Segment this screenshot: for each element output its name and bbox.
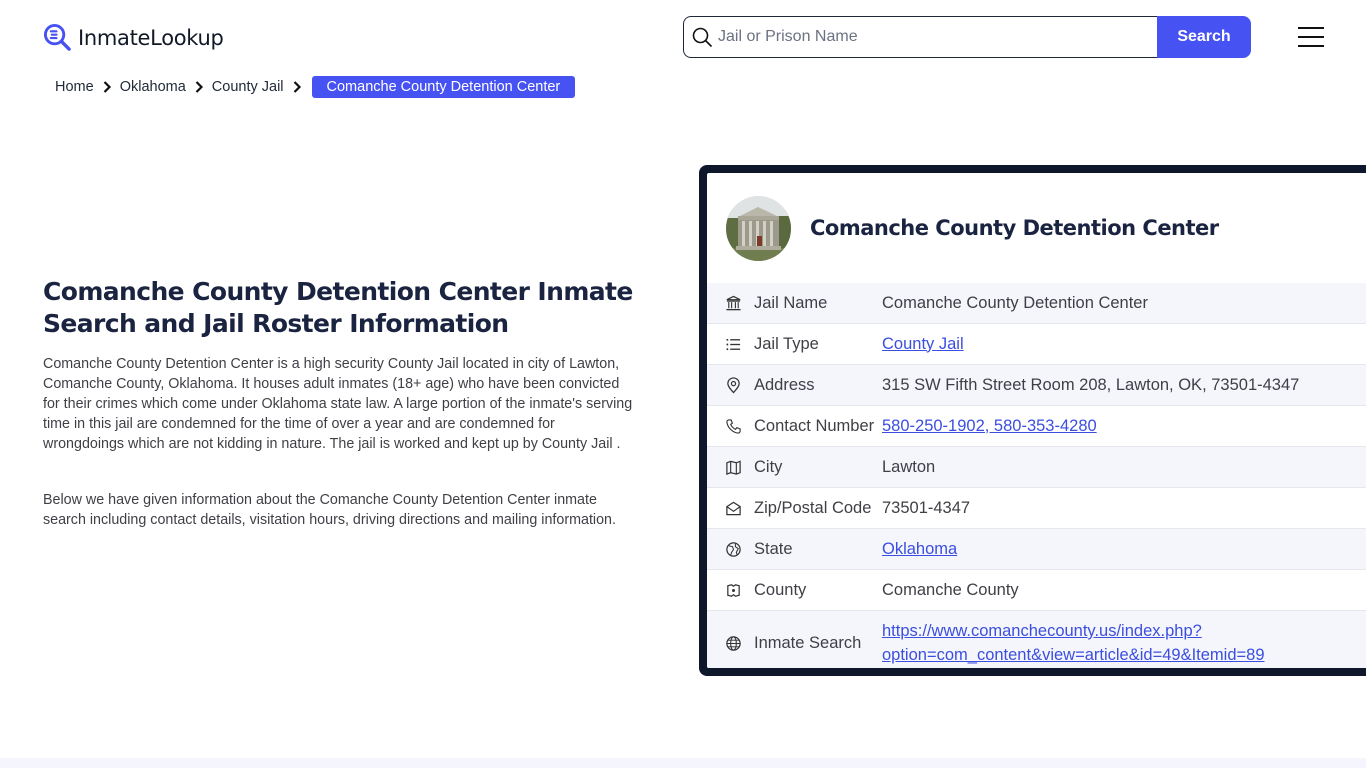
detail-row-jail-name: Jail Name Comanche County Detention Cent… xyxy=(707,283,1366,324)
detail-row-contact: Contact Number 580-250-1902, 580-353-428… xyxy=(707,406,1366,447)
detail-label: Jail Name xyxy=(754,293,828,312)
facility-name: Comanche County Detention Center xyxy=(810,216,1219,240)
logo-magnifier-icon xyxy=(43,23,71,51)
detail-row-zip: Zip/Postal Code 73501-4347 xyxy=(707,488,1366,529)
detail-label: County xyxy=(754,580,807,599)
county-icon xyxy=(723,580,743,600)
logo-text: InmateLookup xyxy=(78,25,224,50)
search-input[interactable] xyxy=(718,28,1157,46)
jail-type-link[interactable]: County Jail xyxy=(882,335,964,354)
detail-value: 315 SW Fifth Street Room 208, Lawton, OK… xyxy=(882,375,1300,394)
detail-value: Comanche County xyxy=(882,580,1019,599)
page-title: Comanche County Detention Center Inmate … xyxy=(43,277,633,338)
search-field[interactable] xyxy=(683,16,1157,58)
contact-number-link[interactable]: 580-250-1902, 580-353-4280 xyxy=(882,417,1097,436)
detail-label: City xyxy=(754,457,783,476)
detail-row-city: City Lawton xyxy=(707,447,1366,488)
detail-value: Lawton xyxy=(882,457,936,476)
search-bar: Search xyxy=(683,16,1251,58)
breadcrumb: Home Oklahoma County Jail Comanche Count… xyxy=(55,76,576,98)
detail-row-county: County Comanche County xyxy=(707,570,1366,611)
phone-icon xyxy=(723,416,743,436)
detail-label: Address xyxy=(754,375,815,394)
chevron-right-icon xyxy=(195,81,203,93)
detail-label: Contact Number xyxy=(754,416,875,435)
info-paragraph: Below we have given information about th… xyxy=(43,492,616,528)
building-icon xyxy=(723,293,743,313)
inmate-search-link-line2: option=com_content&view=article&id=49&It… xyxy=(882,646,1265,664)
facility-photo xyxy=(726,195,791,261)
globe-icon xyxy=(723,633,743,653)
site-logo[interactable]: InmateLookup xyxy=(43,23,224,52)
chevron-right-icon xyxy=(103,81,111,93)
menu-line xyxy=(1298,36,1324,38)
courthouse-image xyxy=(726,195,791,261)
mail-icon xyxy=(723,498,743,518)
detail-label: Inmate Search xyxy=(754,633,862,652)
facility-card-body: Comanche County Detention Center Jail Na… xyxy=(707,173,1366,668)
map-icon xyxy=(723,457,743,477)
intro-paragraph: Comanche County Detention Center is a hi… xyxy=(43,356,633,452)
detail-row-jail-type: Jail Type County Jail xyxy=(707,324,1366,365)
detail-value: 73501-4347 xyxy=(882,498,971,517)
chevron-right-icon xyxy=(293,81,301,93)
map-pin-icon xyxy=(723,375,743,395)
inmate-search-link-line1: https://www.comanchecounty.us/index.php? xyxy=(882,622,1202,640)
list-icon xyxy=(723,334,743,354)
globe-region-icon xyxy=(723,539,743,559)
footer-band xyxy=(0,758,1366,768)
inmate-search-link[interactable]: https://www.comanchecounty.us/index.php?… xyxy=(882,619,1265,667)
detail-row-inmate-search: Inmate Search https://www.comanchecounty… xyxy=(707,611,1366,668)
state-link[interactable]: Oklahoma xyxy=(882,540,957,559)
breadcrumb-county-jail[interactable]: County Jail xyxy=(212,79,284,95)
detail-value: Comanche County Detention Center xyxy=(882,293,1148,312)
breadcrumb-oklahoma[interactable]: Oklahoma xyxy=(120,79,186,95)
detail-row-state: State Oklahoma xyxy=(707,529,1366,570)
facility-card-header: Comanche County Detention Center xyxy=(707,173,1366,283)
breadcrumb-current: Comanche County Detention Center xyxy=(311,76,576,98)
menu-line xyxy=(1298,27,1324,29)
search-button[interactable]: Search xyxy=(1157,16,1251,58)
facility-details-table: Jail Name Comanche County Detention Cent… xyxy=(707,283,1366,668)
facility-card: Comanche County Detention Center Jail Na… xyxy=(699,165,1366,676)
breadcrumb-home[interactable]: Home xyxy=(55,79,94,95)
hamburger-icon[interactable] xyxy=(1298,27,1324,47)
detail-label: Jail Type xyxy=(754,334,819,353)
search-icon xyxy=(692,27,712,47)
menu-line xyxy=(1298,45,1324,47)
detail-label: Zip/Postal Code xyxy=(754,498,872,517)
detail-label: State xyxy=(754,539,793,558)
detail-row-address: Address 315 SW Fifth Street Room 208, La… xyxy=(707,365,1366,406)
